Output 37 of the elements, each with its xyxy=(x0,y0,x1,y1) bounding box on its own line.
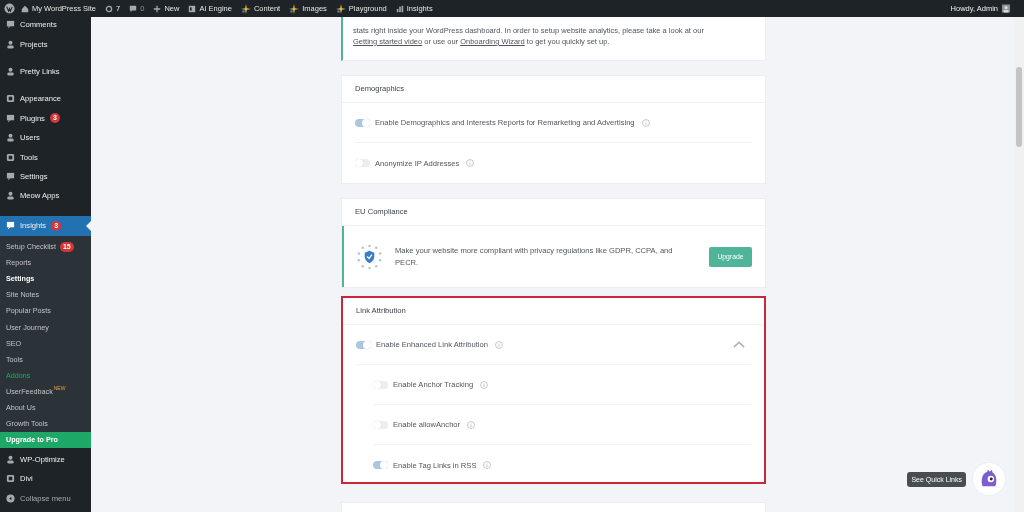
comment-icon xyxy=(6,171,15,181)
wordpress-logo-icon[interactable] xyxy=(4,3,15,14)
chevron-icon[interactable] xyxy=(733,341,745,348)
sparkle-icon xyxy=(289,3,300,14)
comment-icon xyxy=(129,4,138,13)
sparkle-icon xyxy=(240,3,251,14)
toggle-switch[interactable] xyxy=(373,461,388,469)
comment-icon xyxy=(6,113,15,123)
home-icon xyxy=(21,4,29,13)
person-icon xyxy=(6,191,15,201)
square-icon xyxy=(6,94,15,104)
updates-icon xyxy=(105,4,114,13)
info-icon[interactable] xyxy=(483,461,492,469)
sparkle-icon xyxy=(335,3,346,14)
square-icon xyxy=(6,474,15,484)
info-icon[interactable] xyxy=(467,420,476,429)
plus-icon xyxy=(153,4,162,13)
info-icon[interactable] xyxy=(480,380,489,389)
toggle-switch[interactable] xyxy=(355,118,370,127)
person-icon xyxy=(6,133,15,143)
quick-links-button[interactable] xyxy=(972,462,1006,496)
square-icon xyxy=(6,152,15,162)
collapse-icon xyxy=(6,493,15,503)
person-icon xyxy=(6,39,15,49)
comment-icon xyxy=(6,221,15,230)
bar-chart-icon xyxy=(395,4,404,13)
avatar-icon[interactable] xyxy=(1002,4,1010,13)
info-icon[interactable] xyxy=(494,340,503,349)
engine-icon xyxy=(188,4,197,13)
toggle-switch[interactable] xyxy=(356,340,371,349)
info-icon[interactable] xyxy=(641,118,650,127)
person-icon xyxy=(6,66,15,76)
comment-icon xyxy=(6,20,15,30)
info-icon[interactable] xyxy=(466,159,475,167)
person-icon xyxy=(6,454,15,464)
scrollbar[interactable] xyxy=(1014,17,1024,512)
shield-stars-icon xyxy=(356,243,383,270)
